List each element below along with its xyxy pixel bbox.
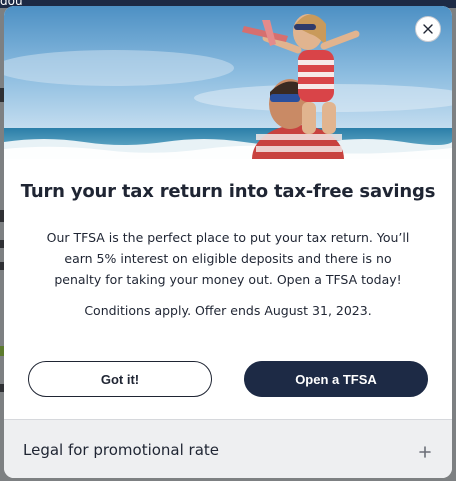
open-tfsa-button[interactable]: Open a TFSA [244,361,428,397]
close-icon [423,24,433,34]
legal-accordion[interactable]: Legal for promotional rate [4,419,452,478]
conditions-text: Conditions apply. Offer ends August 31, … [84,303,372,318]
hero-illustration [4,6,452,159]
hero-image [4,6,452,159]
got-it-button-label: Got it! [100,371,140,387]
modal-body-text: Our TFSA is the perfect place to put you… [46,230,410,287]
open-tfsa-button-label: Open a TFSA [295,371,377,387]
plus-icon [419,446,431,458]
close-button[interactable] [415,16,441,42]
got-it-button[interactable]: Got it! [28,361,212,397]
legal-accordion-label: Legal for promotional rate [23,441,220,459]
modal-title: Turn your tax return into tax-free savin… [20,181,436,202]
promo-modal: Turn your tax return into tax-free savin… [4,6,452,478]
